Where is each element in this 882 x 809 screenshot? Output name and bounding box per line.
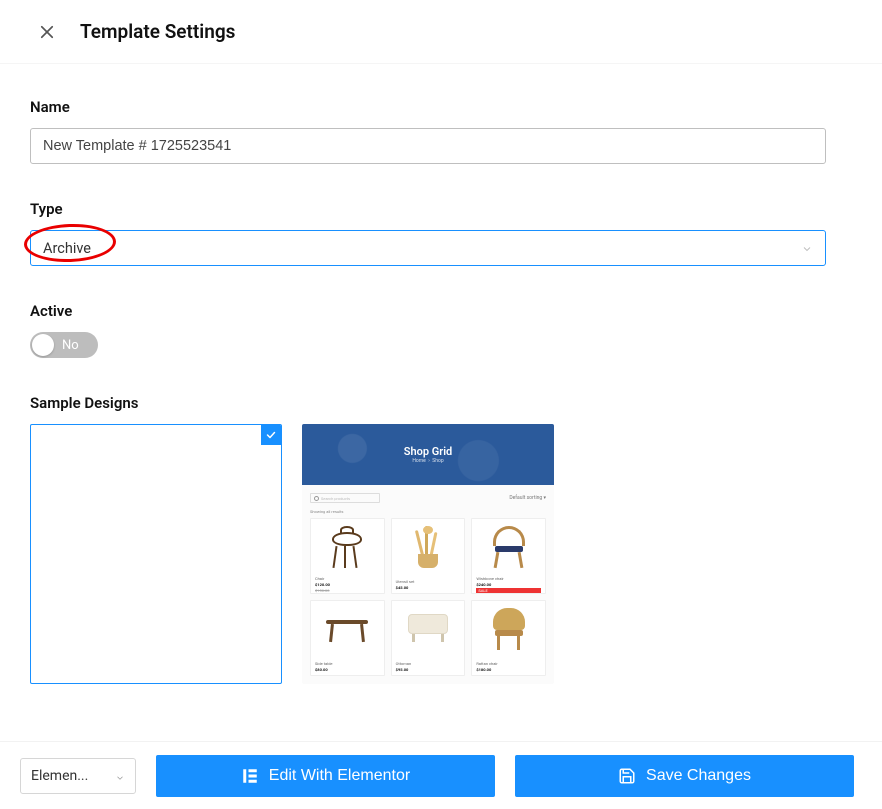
editor-select[interactable]: Elemen... bbox=[20, 758, 136, 794]
dialog-title: Template Settings bbox=[80, 20, 235, 43]
field-active: Active No bbox=[30, 302, 852, 358]
elementor-icon bbox=[241, 767, 259, 785]
design-banner-subtitle: Home › Shop bbox=[412, 458, 443, 464]
chevron-down-icon bbox=[801, 242, 813, 254]
design-search-mock: Search products bbox=[310, 493, 380, 503]
save-button-label: Save Changes bbox=[646, 767, 751, 785]
edit-with-elementor-button[interactable]: Edit With Elementor bbox=[156, 755, 495, 797]
field-label-active: Active bbox=[30, 302, 852, 320]
save-icon bbox=[618, 767, 636, 785]
dialog-footer: Elemen... Edit With Elementor Save Chang… bbox=[0, 741, 882, 809]
name-input[interactable] bbox=[30, 128, 826, 164]
toggle-off-label: No bbox=[62, 338, 79, 353]
type-select-value: Archive bbox=[43, 240, 91, 257]
design-banner-title: Shop Grid bbox=[404, 445, 453, 458]
dialog-header: Template Settings bbox=[0, 0, 882, 64]
chevron-down-icon bbox=[115, 771, 125, 781]
design-card-blank[interactable] bbox=[30, 424, 282, 684]
toggle-knob bbox=[32, 334, 54, 356]
design-product: Utensil set$45.00 bbox=[391, 518, 466, 594]
field-label-name: Name bbox=[30, 98, 852, 116]
design-product: Side table$80.00 bbox=[310, 600, 385, 676]
design-product: Wishbone chair$240.00SALE bbox=[471, 518, 546, 594]
design-banner: Shop Grid Home › Shop bbox=[302, 424, 554, 485]
field-name: Name bbox=[30, 98, 852, 164]
close-icon[interactable] bbox=[38, 23, 56, 41]
design-products-grid: Chair$120.00$150.00 Utensil set$45.00 Wi… bbox=[310, 518, 546, 676]
check-icon bbox=[261, 425, 281, 445]
field-label-sample-designs: Sample Designs bbox=[30, 394, 852, 412]
design-body: Search products Default sorting ▾ Showin… bbox=[302, 485, 554, 684]
save-changes-button[interactable]: Save Changes bbox=[515, 755, 854, 797]
type-select[interactable]: Archive bbox=[30, 230, 826, 266]
designs-row: Shop Grid Home › Shop Search products De… bbox=[30, 424, 852, 684]
design-product: Ottoman$95.00 bbox=[391, 600, 466, 676]
design-product: Rattan chair$180.00 bbox=[471, 600, 546, 676]
active-toggle[interactable]: No bbox=[30, 332, 98, 358]
design-product: Chair$120.00$150.00 bbox=[310, 518, 385, 594]
edit-button-label: Edit With Elementor bbox=[269, 767, 410, 785]
design-card-shop-grid[interactable]: Shop Grid Home › Shop Search products De… bbox=[302, 424, 554, 684]
dialog-body: Name Type Archive Active No Sample Desig… bbox=[0, 70, 882, 741]
field-label-type: Type bbox=[30, 200, 852, 218]
field-type: Type Archive bbox=[30, 200, 852, 266]
editor-select-value: Elemen... bbox=[31, 768, 88, 784]
field-sample-designs: Sample Designs Shop Grid Home › Shop Sea… bbox=[30, 394, 852, 684]
